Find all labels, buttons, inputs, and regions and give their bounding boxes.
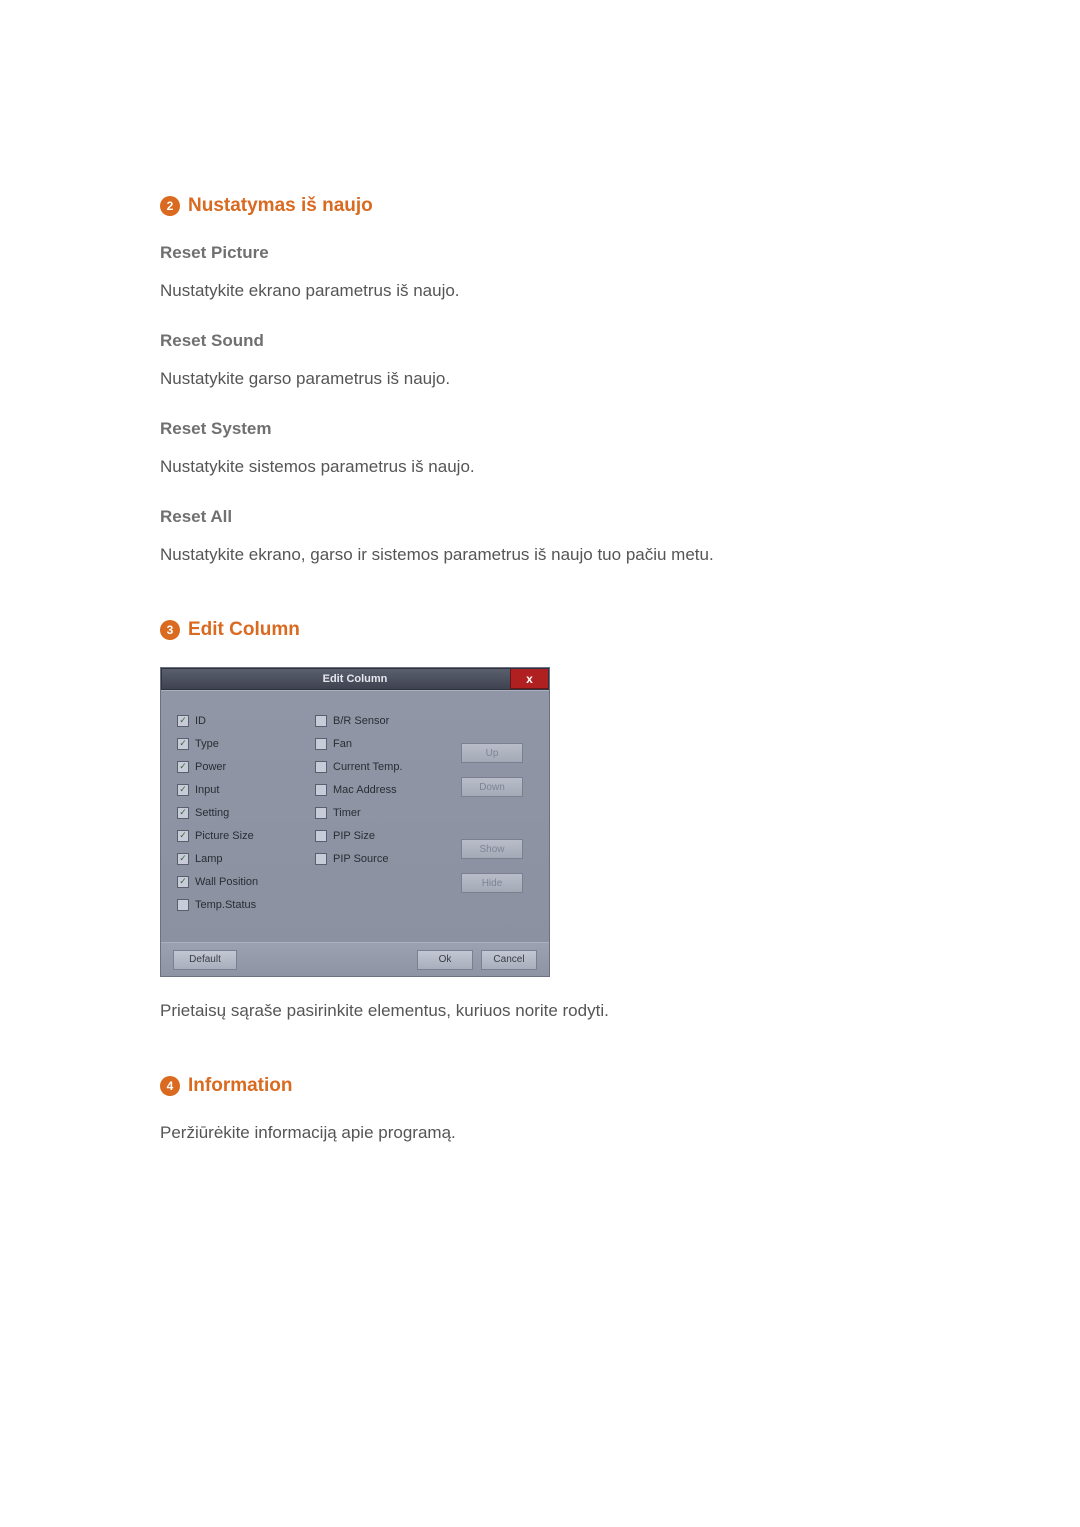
checkbox-icon[interactable] [177, 899, 189, 911]
checkbox-icon[interactable] [177, 738, 189, 750]
check-row-id[interactable]: ID [177, 713, 307, 728]
check-row-pip-size[interactable]: PIP Size [315, 828, 443, 843]
check-label: Current Temp. [333, 761, 403, 773]
check-label: Mac Address [333, 784, 397, 796]
check-label: Setting [195, 807, 229, 819]
check-label: Timer [333, 807, 361, 819]
checkbox-icon[interactable] [177, 715, 189, 727]
checkbox-icon[interactable] [315, 807, 327, 819]
check-label: ID [195, 715, 206, 727]
check-row-temp-status[interactable]: Temp.Status [177, 897, 307, 912]
checkbox-icon[interactable] [315, 761, 327, 773]
section-3-title: Edit Column [188, 619, 300, 641]
check-row-fan[interactable]: Fan [315, 736, 443, 751]
checkbox-icon[interactable] [315, 853, 327, 865]
reset-all-heading: Reset All [160, 507, 920, 527]
check-label: B/R Sensor [333, 715, 389, 727]
document-page: 2 Nustatymas iš naujo Reset Picture Nust… [160, 195, 920, 1173]
check-label: Temp.Status [195, 899, 256, 911]
check-row-current-temp[interactable]: Current Temp. [315, 759, 443, 774]
section-4-title: Information [188, 1075, 293, 1097]
column-mid: B/R Sensor Fan Current Temp. Mac Address… [315, 713, 443, 912]
dialog-title: Edit Column [323, 673, 388, 685]
check-label: PIP Source [333, 853, 388, 865]
check-row-br-sensor[interactable]: B/R Sensor [315, 713, 443, 728]
information-text: Peržiūrėkite informaciją apie programą. [160, 1123, 920, 1143]
section-4-header: 4 Information [160, 1075, 920, 1097]
checkbox-icon[interactable] [315, 830, 327, 842]
checkbox-icon[interactable] [177, 876, 189, 888]
dialog-titlebar: Edit Column x [161, 668, 549, 690]
check-label: Fan [333, 738, 352, 750]
reset-system-text: Nustatykite sistemos parametrus iš naujo… [160, 457, 920, 477]
check-row-lamp[interactable]: Lamp [177, 851, 307, 866]
reset-sound-text: Nustatykite garso parametrus iš naujo. [160, 369, 920, 389]
reset-system-heading: Reset System [160, 419, 920, 439]
reset-sound-heading: Reset Sound [160, 331, 920, 351]
check-row-mac-address[interactable]: Mac Address [315, 782, 443, 797]
checkbox-icon[interactable] [315, 784, 327, 796]
check-row-type[interactable]: Type [177, 736, 307, 751]
close-button[interactable]: x [510, 669, 548, 689]
show-button[interactable]: Show [461, 839, 523, 859]
check-row-setting[interactable]: Setting [177, 805, 307, 820]
hide-button[interactable]: Hide [461, 873, 523, 893]
check-row-wall-position[interactable]: Wall Position [177, 874, 307, 889]
check-label: Input [195, 784, 219, 796]
column-left: ID Type Power Input Setting Picture Size… [177, 713, 307, 912]
checkbox-icon[interactable] [315, 738, 327, 750]
badge-3-icon: 3 [160, 620, 180, 640]
section-3-header: 3 Edit Column [160, 619, 920, 641]
check-label: Lamp [195, 853, 223, 865]
cancel-button[interactable]: Cancel [481, 950, 537, 970]
checkbox-icon[interactable] [177, 830, 189, 842]
checkbox-icon[interactable] [177, 853, 189, 865]
check-row-power[interactable]: Power [177, 759, 307, 774]
reset-all-text: Nustatykite ekrano, garso ir sistemos pa… [160, 545, 920, 565]
check-label: Wall Position [195, 876, 258, 888]
section-2-title: Nustatymas iš naujo [188, 195, 373, 217]
check-label: Type [195, 738, 219, 750]
default-button[interactable]: Default [173, 950, 237, 970]
dialog-body: ID Type Power Input Setting Picture Size… [161, 690, 549, 942]
check-row-pip-source[interactable]: PIP Source [315, 851, 443, 866]
down-button[interactable]: Down [461, 777, 523, 797]
badge-4-icon: 4 [160, 1076, 180, 1096]
badge-2-icon: 2 [160, 196, 180, 216]
reset-picture-text: Nustatykite ekrano parametrus iš naujo. [160, 281, 920, 301]
checkbox-icon[interactable] [177, 761, 189, 773]
checkbox-icon[interactable] [177, 807, 189, 819]
check-label: PIP Size [333, 830, 375, 842]
check-label: Picture Size [195, 830, 254, 842]
check-row-picture-size[interactable]: Picture Size [177, 828, 307, 843]
checkbox-icon[interactable] [315, 715, 327, 727]
dialog-footer: Default Ok Cancel [161, 942, 549, 976]
column-right: Up Down Show Hide [451, 713, 533, 912]
reset-picture-heading: Reset Picture [160, 243, 920, 263]
edit-column-dialog: Edit Column x ID Type Power Input Settin… [160, 667, 550, 977]
checkbox-icon[interactable] [177, 784, 189, 796]
up-button[interactable]: Up [461, 743, 523, 763]
check-label: Power [195, 761, 226, 773]
ok-button[interactable]: Ok [417, 950, 473, 970]
edit-column-caption: Prietaisų sąraše pasirinkite elementus, … [160, 1001, 920, 1021]
section-2-header: 2 Nustatymas iš naujo [160, 195, 920, 217]
check-row-input[interactable]: Input [177, 782, 307, 797]
check-row-timer[interactable]: Timer [315, 805, 443, 820]
